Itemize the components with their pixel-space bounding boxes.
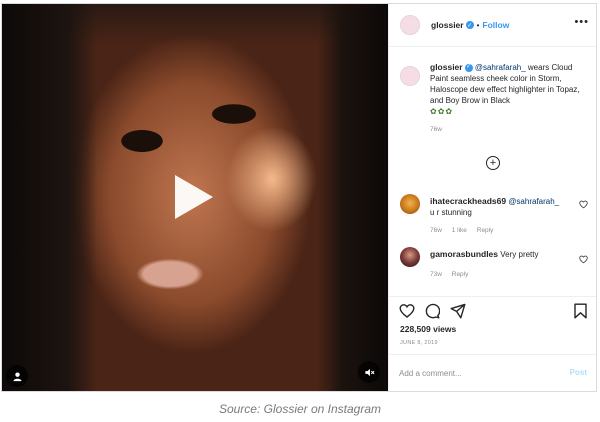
tagged-user-button[interactable]: [6, 365, 28, 387]
post-side-panel: glossier ✓ • Follow ••• glossier ✓ @sahra…: [388, 4, 596, 391]
user-icon: [12, 371, 22, 381]
caption-mention[interactable]: @sahrafarah_: [475, 63, 526, 72]
comment-icon[interactable]: [424, 303, 440, 319]
caption-avatar[interactable]: [400, 66, 420, 86]
comment-time: 76w: [430, 227, 442, 234]
video-frame-left: [2, 4, 97, 391]
comment-reply-button[interactable]: Reply: [477, 227, 494, 234]
header-separator: •: [476, 20, 480, 30]
caption-time: 76w: [430, 126, 442, 133]
comment-username[interactable]: gamorasbundles: [430, 249, 498, 259]
comment-likes[interactable]: 1 like: [452, 227, 467, 234]
comment-body: u r stunning: [430, 208, 472, 217]
view-count[interactable]: 228,509 views: [400, 324, 456, 334]
post-comment-button[interactable]: Post: [570, 368, 587, 377]
post-header: glossier ✓ • Follow •••: [389, 4, 596, 47]
comment-mention[interactable]: @sahrafarah_: [508, 197, 559, 206]
source-caption: Source: Glossier on Instagram: [218, 402, 382, 416]
comment-text: ihatecrackheads69 @sahrafarah_ u r stunn…: [430, 196, 570, 218]
load-more-comments-button[interactable]: +: [486, 156, 500, 170]
heart-icon[interactable]: [579, 255, 588, 264]
comment-meta: 76w 1 like Reply: [430, 227, 501, 234]
verified-badge-icon: ✓: [464, 63, 473, 72]
post-date: JUNE 8, 2019: [400, 340, 438, 346]
comment-username[interactable]: ihatecrackheads69: [430, 196, 506, 206]
mute-button[interactable]: [358, 361, 380, 383]
video-frame-right: [318, 4, 388, 391]
caption-username[interactable]: glossier: [430, 62, 463, 72]
bookmark-icon[interactable]: [573, 303, 588, 319]
comment-avatar[interactable]: [400, 194, 420, 214]
comment-text: gamorasbundles Very pretty: [430, 249, 570, 260]
add-comment-bar: Post: [389, 354, 596, 391]
add-comment-input[interactable]: [399, 365, 549, 381]
heart-icon[interactable]: [399, 303, 415, 319]
caption-emoji: ✿✿✿: [430, 107, 454, 116]
post-video[interactable]: [2, 4, 388, 391]
comment-time: 73w: [430, 271, 442, 278]
instagram-post-card: glossier ✓ • Follow ••• glossier ✓ @sahra…: [1, 3, 597, 392]
comment-body: Very pretty: [500, 250, 539, 259]
follow-button[interactable]: Follow: [482, 20, 509, 30]
send-icon[interactable]: [450, 303, 466, 319]
comment-meta: 73w Reply: [430, 271, 476, 278]
verified-badge-icon: ✓: [465, 21, 474, 29]
comment-reply-button[interactable]: Reply: [452, 271, 469, 278]
play-icon[interactable]: [175, 175, 213, 219]
post-actions-bar: [389, 296, 596, 323]
heart-icon[interactable]: [579, 200, 588, 209]
comment-avatar[interactable]: [400, 247, 420, 267]
speaker-muted-icon: [364, 368, 374, 376]
more-options-icon[interactable]: •••: [574, 16, 589, 28]
account-avatar[interactable]: [400, 15, 420, 35]
account-username[interactable]: glossier: [431, 20, 464, 30]
caption-text: glossier ✓ @sahrafarah_ wears Cloud Paint…: [430, 62, 590, 135]
